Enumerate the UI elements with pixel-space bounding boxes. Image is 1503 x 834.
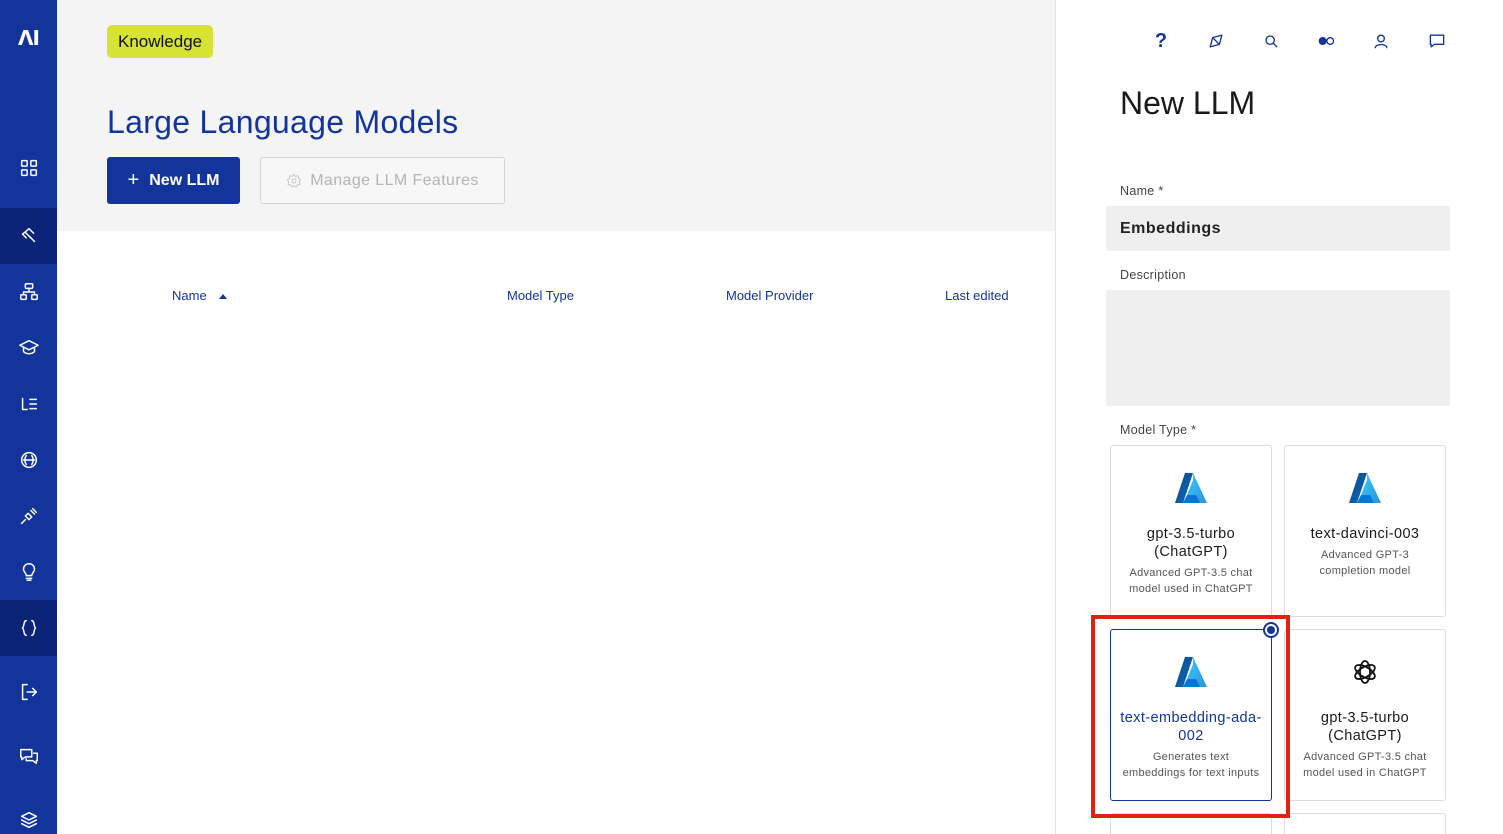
app-logo[interactable]: ΛI — [0, 26, 57, 50]
plug-icon[interactable] — [0, 488, 57, 544]
model-card-gpt35-azure[interactable]: gpt-3.5-turbo (ChatGPT) Advanced GPT-3.5… — [1110, 445, 1272, 617]
gear-icon — [286, 172, 302, 188]
insights-icon[interactable] — [0, 544, 57, 600]
selected-radio-icon[interactable] — [1263, 622, 1279, 638]
section-badge: Knowledge — [107, 25, 214, 58]
new-llm-label: New LLM — [149, 171, 220, 189]
page-header: Knowledge Large Language Models + New LL… — [57, 0, 1055, 231]
description-field-label: Description — [1120, 268, 1186, 282]
manage-llm-features-label: Manage LLM Features — [310, 171, 479, 189]
column-header-name[interactable]: Name — [172, 288, 227, 303]
model-card-title: text-embedding-ada-002 — [1120, 710, 1262, 744]
openai-logo-icon — [1285, 656, 1445, 688]
lexicon-icon[interactable] — [0, 376, 57, 432]
new-llm-panel: ? New LLM Name * Embeddings Description … — [1056, 0, 1503, 834]
name-field-label: Name * — [1120, 184, 1164, 198]
model-card-title: gpt-3.5-turbo (ChatGPT) — [1146, 526, 1236, 560]
model-card-title: gpt-3.5-turbo (ChatGPT) — [1320, 710, 1410, 744]
azure-logo-icon — [1111, 472, 1271, 504]
azure-logo-icon — [1111, 656, 1271, 688]
flows-icon[interactable] — [0, 208, 57, 264]
column-header-model-type[interactable]: Model Type — [507, 288, 574, 303]
sort-ascending-icon — [218, 294, 227, 300]
message-icon[interactable] — [1424, 28, 1450, 54]
model-card-description: Generates text embeddings for text input… — [1122, 751, 1260, 779]
model-card-description: Advanced GPT-3.5 chat model used in Chat… — [1303, 751, 1427, 779]
training-icon[interactable] — [0, 320, 57, 376]
model-card-description: Advanced GPT-3.5 chat model used in Chat… — [1129, 567, 1253, 595]
logout-icon[interactable] — [0, 664, 57, 720]
name-field[interactable]: Embeddings — [1106, 206, 1450, 251]
column-header-model-provider[interactable]: Model Provider — [726, 288, 813, 303]
plus-icon: + — [127, 169, 140, 191]
chat-icon[interactable] — [0, 728, 57, 784]
page-title: Large Language Models — [107, 104, 459, 140]
main-content: Knowledge Large Language Models + New LL… — [57, 0, 1055, 834]
endpoints-icon[interactable] — [0, 264, 57, 320]
ai-brain-icon[interactable] — [0, 432, 57, 488]
code-icon[interactable] — [0, 600, 57, 656]
compass-icon[interactable] — [1203, 28, 1229, 54]
manage-llm-features-button[interactable]: Manage LLM Features — [260, 157, 505, 204]
search-icon[interactable] — [1258, 28, 1284, 54]
model-card-description: Advanced GPT-3 completion model — [1319, 549, 1411, 577]
toggle-icon[interactable] — [1313, 28, 1339, 54]
panel-title: New LLM — [1120, 85, 1256, 121]
help-icon[interactable]: ? — [1148, 28, 1174, 54]
model-card-gpt35-openai[interactable]: gpt-3.5-turbo (ChatGPT) Advanced GPT-3.5… — [1284, 629, 1446, 801]
model-card-partial[interactable] — [1284, 813, 1446, 834]
column-header-last-edited[interactable]: Last edited — [945, 288, 1009, 303]
new-llm-button[interactable]: + New LLM — [107, 157, 240, 204]
layers-icon[interactable] — [0, 792, 57, 834]
model-card-embedding-azure[interactable]: text-embedding-ada-002 Generates text em… — [1110, 622, 1279, 801]
model-card-partial[interactable] — [1110, 813, 1272, 834]
model-type-label: Model Type * — [1120, 423, 1197, 437]
sidebar: ΛI — [0, 0, 57, 834]
top-toolbar: ? — [1056, 28, 1503, 54]
model-card-title: text-davinci-003 — [1310, 526, 1420, 542]
user-icon[interactable] — [1368, 28, 1394, 54]
model-card-davinci-azure[interactable]: text-davinci-003 Advanced GPT-3 completi… — [1284, 445, 1446, 617]
column-name-label: Name — [172, 288, 207, 303]
dashboard-icon[interactable] — [0, 140, 57, 196]
azure-logo-icon — [1285, 472, 1445, 504]
description-field[interactable] — [1106, 290, 1450, 406]
